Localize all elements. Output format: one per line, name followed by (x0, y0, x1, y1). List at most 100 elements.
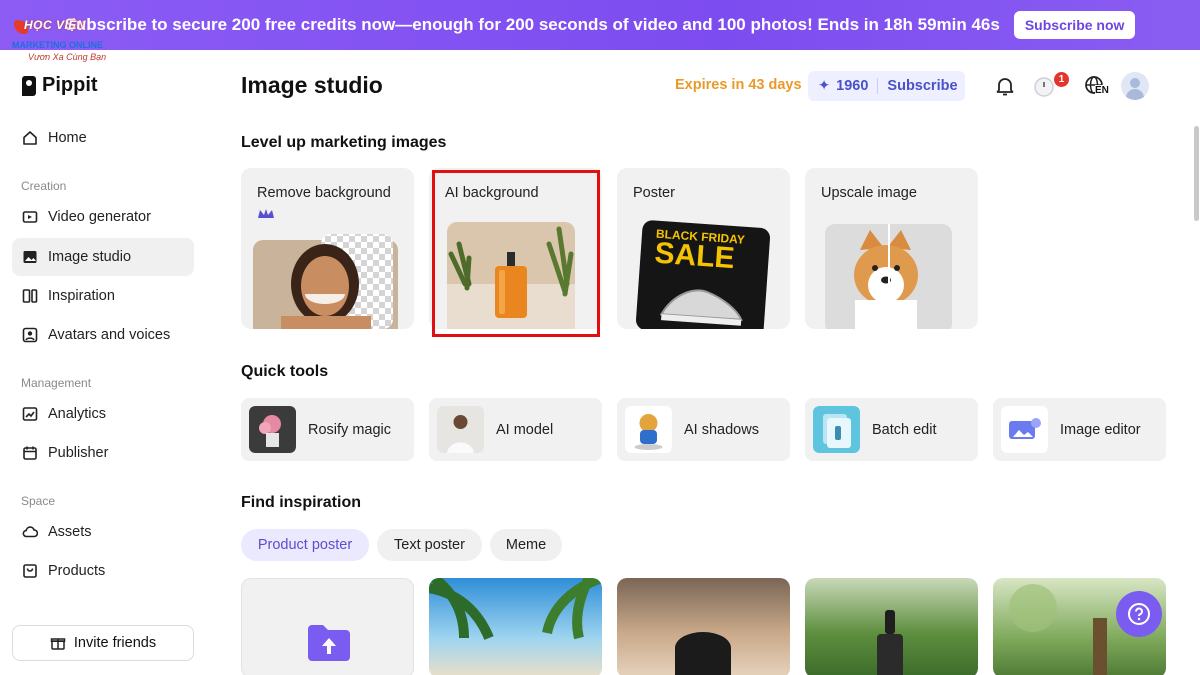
serum-bottle-image (877, 610, 903, 675)
image-studio-icon (22, 249, 38, 265)
section-label-space: Space (21, 494, 56, 508)
brand-logo[interactable]: Pippit (22, 74, 98, 97)
sidebar-item-publisher[interactable]: Publisher (12, 434, 194, 472)
ai-shadows-thumbnail (625, 406, 672, 453)
chip-product-poster[interactable]: Product poster (241, 529, 369, 561)
credits-star-icon: ✦ (818, 78, 831, 94)
tool-card-ai-shadows[interactable]: AI shadows (617, 398, 790, 461)
inspiration-card-serum[interactable] (805, 578, 978, 675)
watermark-line1: HỌC VIỆN (24, 18, 87, 32)
cloud-icon (22, 524, 38, 540)
upload-folder-icon (308, 625, 350, 661)
sidebar-item-label: Assets (48, 524, 92, 540)
palm-leaves-image (429, 578, 602, 640)
selection-highlight (432, 170, 600, 337)
sidebar-item-label: Home (48, 130, 87, 146)
expires-text: Expires in 43 days (675, 77, 802, 93)
promo-banner: Subscribe to secure 200 free credits now… (0, 0, 1200, 50)
tool-card-ai-model[interactable]: AI model (429, 398, 602, 461)
page-title: Image studio (241, 72, 383, 98)
sidebar-item-label: Image studio (48, 249, 132, 265)
sidebar-item-avatars-voices[interactable]: Avatars and voices (12, 316, 194, 354)
rosify-thumbnail (249, 406, 296, 453)
tool-card-batch-edit[interactable]: Batch edit (805, 398, 978, 461)
feature-label: Remove background (257, 185, 391, 201)
notification-badge: 1 (1054, 72, 1069, 87)
scrollbar[interactable] (1194, 126, 1199, 221)
inspiration-card-tropical[interactable] (429, 578, 602, 675)
sidebar-item-label: Publisher (48, 445, 109, 461)
feature-card-poster[interactable]: Poster BLACK FRIDAY SALE (617, 168, 790, 329)
avatar-icon (22, 327, 38, 343)
image-editor-thumbnail (1001, 406, 1048, 453)
calendar-icon (22, 445, 38, 461)
section-label-creation: Creation (21, 179, 67, 193)
pippit-logo-icon (22, 75, 36, 96)
tool-label: Rosify magic (308, 421, 391, 438)
sidebar-item-label: Analytics (48, 406, 107, 422)
poster-preview: BLACK FRIDAY SALE (635, 219, 771, 329)
section-title-quick-tools: Quick tools (241, 363, 329, 380)
upload-card[interactable] (241, 578, 414, 675)
jar-product-image (675, 632, 731, 675)
tool-card-rosify-magic[interactable]: Rosify magic (241, 398, 414, 461)
language-code: EN (1095, 85, 1109, 96)
feature-card-remove-background[interactable]: Remove background (241, 168, 414, 329)
section-title-level-up: Level up marketing images (241, 134, 447, 151)
sidebar-item-image-studio[interactable]: Image studio (12, 238, 194, 276)
remove-background-preview (253, 234, 398, 329)
credits-count: 1960 (836, 78, 869, 94)
language-globe-icon[interactable]: EN (1079, 73, 1111, 99)
feature-label: Poster (633, 185, 675, 201)
question-icon (1128, 603, 1150, 625)
credits-subscribe-pill[interactable]: ✦ 1960 Subscribe (808, 71, 965, 101)
sidebar-item-inspiration[interactable]: Inspiration (12, 277, 194, 315)
section-label-management: Management (21, 376, 92, 390)
product-box-icon (22, 563, 38, 579)
promo-text: Subscribe to secure 200 free credits now… (64, 15, 1000, 34)
home-icon (22, 130, 38, 146)
section-title-find-inspiration: Find inspiration (241, 494, 361, 511)
sidebar-item-home[interactable]: Home (12, 119, 194, 157)
subscribe-link[interactable]: Subscribe (887, 78, 957, 94)
sidebar-item-analytics[interactable]: Analytics (12, 395, 194, 433)
sidebar-item-label: Video generator (48, 209, 151, 225)
inspiration-card-jar[interactable] (617, 578, 790, 675)
sidebar-item-label: Avatars and voices (48, 327, 171, 343)
chip-meme[interactable]: Meme (490, 529, 562, 561)
divider (877, 78, 879, 94)
tool-label: AI shadows (684, 421, 759, 438)
sidebar-item-assets[interactable]: Assets (12, 513, 194, 551)
sneaker-image (659, 289, 743, 326)
bell-icon[interactable] (992, 73, 1018, 99)
invite-friends-label: Invite friends (73, 635, 157, 651)
feature-label: Upscale image (821, 185, 917, 201)
sidebar-item-label: Products (48, 563, 106, 579)
sidebar: Pippit Home Creation Video generator Ima… (0, 50, 210, 675)
invite-friends-button[interactable]: Invite friends (12, 625, 194, 661)
upscale-preview (825, 224, 952, 329)
user-avatar[interactable] (1121, 72, 1149, 100)
inspiration-icon (22, 288, 38, 304)
help-button[interactable] (1116, 591, 1162, 637)
ai-model-thumbnail (437, 406, 484, 453)
crown-icon (258, 209, 274, 218)
video-generator-icon (22, 209, 38, 225)
tool-label: AI model (496, 421, 554, 438)
watermark-line2: MARKETING ONLINE (12, 40, 103, 50)
tool-label: Image editor (1060, 421, 1141, 438)
feature-card-upscale-image[interactable]: Upscale image (805, 168, 978, 329)
sidebar-item-video-generator[interactable]: Video generator (12, 198, 194, 236)
analytics-icon (22, 406, 38, 422)
gift-icon (50, 635, 66, 651)
main-content: Image studio Expires in 43 days ✦ 1960 S… (241, 50, 1181, 675)
tool-label: Batch edit (872, 421, 937, 438)
chip-text-poster[interactable]: Text poster (377, 529, 482, 561)
subscribe-now-button[interactable]: Subscribe now (1013, 11, 1136, 39)
sidebar-item-products[interactable]: Products (12, 552, 194, 590)
poster-art-line2: SALE (653, 236, 736, 276)
tool-card-image-editor[interactable]: Image editor (993, 398, 1166, 461)
timer-icon[interactable] (1031, 73, 1057, 99)
brand-name: Pippit (42, 74, 98, 96)
batch-edit-thumbnail (813, 406, 860, 453)
